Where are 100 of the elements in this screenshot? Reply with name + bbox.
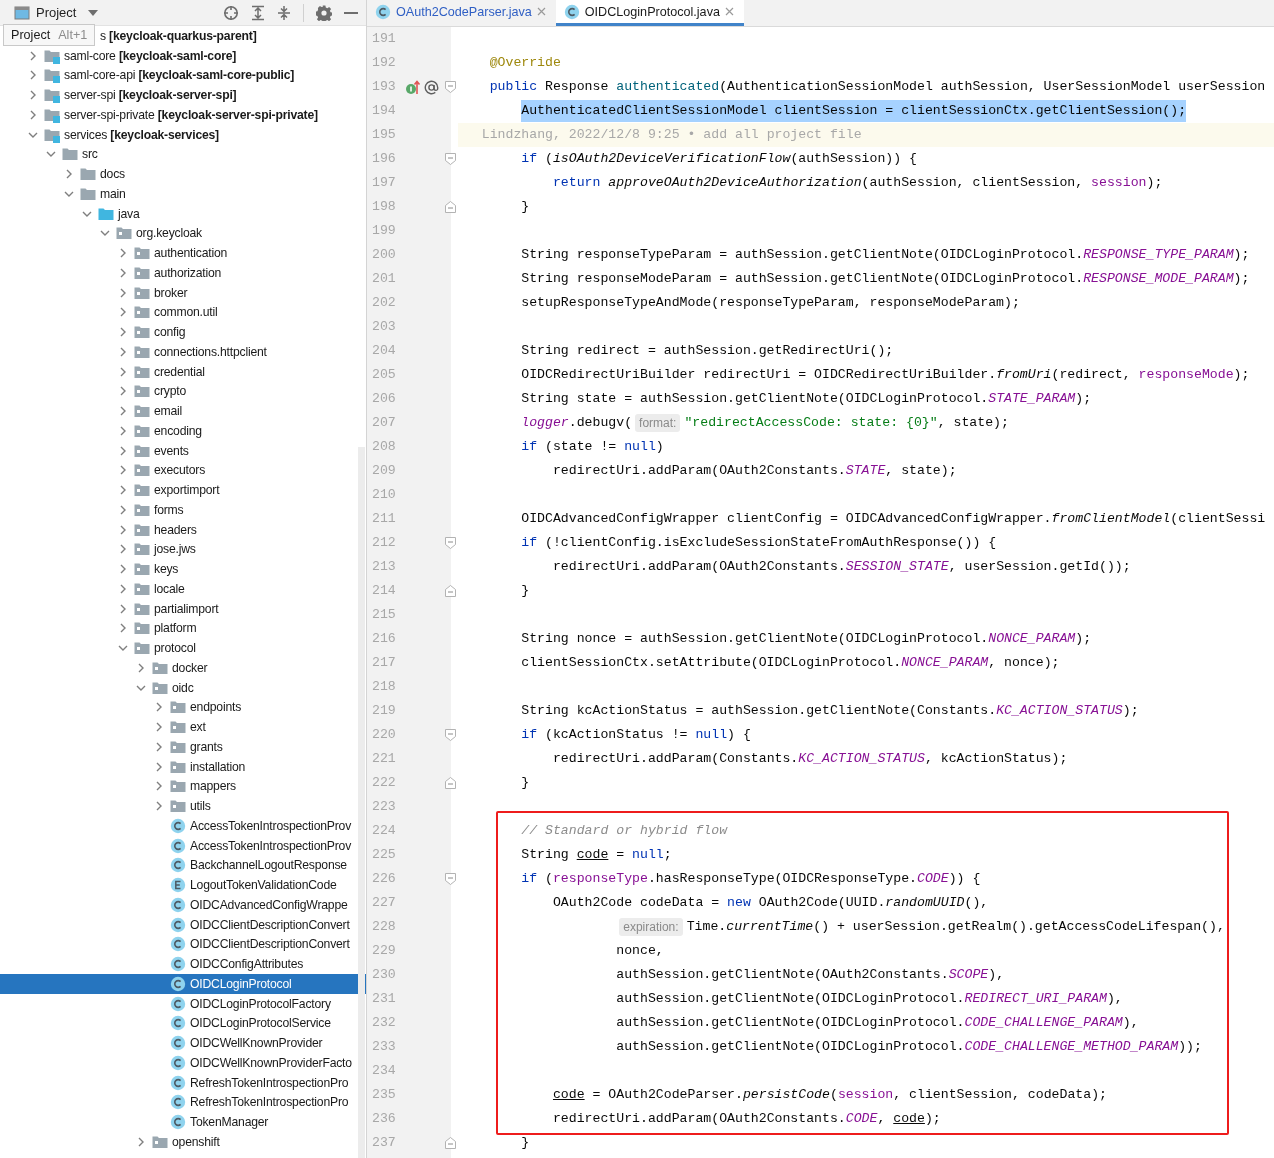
override-marker-icon[interactable]	[405, 79, 421, 95]
tree-item-label[interactable]: broker	[154, 285, 188, 300]
expand-all-icon[interactable]	[251, 4, 265, 21]
tree-item-label[interactable]: OIDCLoginProtocol	[190, 976, 292, 991]
tree-item-label[interactable]: AccessTokenIntrospectionProv	[190, 818, 352, 833]
tree-item-label[interactable]: locale	[154, 581, 185, 596]
fold-icon[interactable]	[445, 81, 456, 93]
tree-item-label[interactable]: crypto	[154, 384, 186, 399]
tree-item-label[interactable]: saml-core [keycloak-saml-core]	[64, 48, 237, 63]
class-icon	[170, 975, 186, 992]
folder-icon	[80, 166, 96, 183]
tree-item-label[interactable]: OIDCAdvancedConfigWrappe	[190, 897, 348, 912]
tree-item-label[interactable]: grants	[190, 739, 223, 754]
tree-item-label[interactable]: server-spi-private [keycloak-server-spi-private]	[64, 107, 318, 122]
inlay-hint: format:	[635, 414, 681, 432]
tree-item-label[interactable]: OIDCWellKnownProvider	[190, 1036, 323, 1051]
tree-item-label[interactable]: AccessTokenIntrospectionProv	[190, 838, 352, 853]
tree-item-label[interactable]: authorization	[154, 265, 222, 280]
fold-icon[interactable]	[445, 537, 456, 549]
tree-item-label[interactable]: config	[154, 325, 186, 340]
tree-item-label[interactable]: openshift	[172, 1134, 220, 1149]
tree-item-label[interactable]: OIDCConfigAttributes	[190, 957, 304, 972]
tree-item-label[interactable]: server-spi [keycloak-server-spi]	[64, 88, 237, 103]
line-number: 223	[371, 798, 397, 816]
class-icon	[170, 1074, 186, 1091]
tree-item-label[interactable]: RefreshTokenIntrospectionPro	[190, 1095, 349, 1110]
close-icon[interactable]	[536, 7, 546, 16]
tree-item-label[interactable]: s [keycloak-quarkus-parent]	[100, 28, 257, 43]
tree-item-label[interactable]: saml-core-api [keycloak-saml-core-public]	[64, 68, 295, 83]
code-line: }	[521, 582, 530, 600]
fold-icon[interactable]	[445, 585, 456, 597]
package-folder-icon	[116, 225, 132, 242]
module-folder-icon	[44, 87, 60, 104]
tree-item-label[interactable]: forms	[154, 502, 184, 517]
package-folder-icon	[170, 778, 186, 795]
line-number: 229	[371, 942, 397, 960]
tree-item-label[interactable]: BackchannelLogoutResponse	[190, 858, 347, 873]
line-number: 212	[371, 534, 397, 552]
editor-tab[interactable]: OAuth2CodeParser.java	[367, 0, 556, 26]
tree-item-label[interactable]: jose.jws	[154, 542, 196, 557]
tree-item-label[interactable]: org.keycloak	[136, 226, 203, 241]
tree-item-label[interactable]: RefreshTokenIntrospectionPro	[190, 1075, 349, 1090]
class-icon	[170, 896, 186, 913]
tree-item-label[interactable]: docker	[172, 660, 208, 675]
tree-item-label[interactable]: TokenManager	[190, 1115, 269, 1130]
tree-item-label[interactable]: oidc	[172, 680, 194, 695]
line-number: 231	[371, 990, 397, 1008]
settings-icon[interactable]	[316, 4, 332, 21]
tree-item-label[interactable]: platform	[154, 621, 197, 636]
tree-item-label[interactable]: endpoints	[190, 700, 242, 715]
code-line: nonce,	[616, 942, 664, 960]
tree-item-label[interactable]: OIDCLoginProtocolService	[190, 1016, 331, 1031]
fold-icon[interactable]	[445, 777, 456, 789]
tree-item-label[interactable]: java	[118, 206, 140, 221]
tree-item-label[interactable]: src	[82, 147, 98, 162]
line-number: 207	[371, 414, 397, 432]
tree-item-label[interactable]: headers	[154, 522, 197, 537]
collapse-all-icon[interactable]	[277, 4, 291, 21]
scrollbar-thumb[interactable]	[358, 447, 365, 1158]
at-sign-icon[interactable]	[424, 79, 439, 95]
tree-item-label[interactable]: installation	[190, 759, 246, 774]
class-icon	[375, 3, 391, 20]
code-line: String responseModeParam = authSession.getClientNote(OIDCLoginProtocol.RESPONSE_MODE_PARAM);	[521, 270, 1250, 288]
code-text: Time.currentTime() + userSession.getRealm().getAccessCodeLifespan(),	[686, 918, 1225, 936]
editor-tab[interactable]: OIDCLoginProtocol.java	[555, 0, 744, 26]
tree-item-label[interactable]: LogoutTokenValidationCode	[190, 878, 337, 893]
tree-item-label[interactable]: ext	[190, 720, 206, 735]
fold-icon[interactable]	[445, 153, 456, 165]
tree-item-label[interactable]: OIDCWellKnownProviderFacto	[190, 1055, 352, 1070]
fold-icon[interactable]	[445, 201, 456, 213]
tree-item-label[interactable]: exportimport	[154, 483, 220, 498]
tree-item-label[interactable]: events	[154, 443, 189, 458]
tree-item-label[interactable]: services [keycloak-services]	[64, 127, 219, 142]
tree-item-label[interactable]: authentication	[154, 246, 228, 261]
tree-item-label[interactable]: OIDCClientDescriptionConvert	[190, 917, 350, 932]
tree-item-label[interactable]: main	[100, 186, 126, 201]
tree-item-label[interactable]: utils	[190, 799, 211, 814]
tree-item-label[interactable]: encoding	[154, 423, 202, 438]
tree-item-label[interactable]: docs	[100, 167, 125, 182]
class-icon	[170, 1114, 186, 1131]
tree-item-label[interactable]: mappers	[190, 779, 237, 794]
fold-icon[interactable]	[445, 1137, 456, 1149]
fold-icon[interactable]	[445, 873, 456, 885]
tree-item-label[interactable]: partialimport	[154, 601, 219, 616]
line-number: 228	[371, 918, 397, 936]
tree-item-label[interactable]: OIDCLoginProtocolFactory	[190, 996, 331, 1011]
tree-item-label[interactable]: connections.httpclient	[154, 344, 267, 359]
tree-item-label[interactable]: common.util	[154, 305, 218, 320]
close-icon[interactable]	[724, 7, 734, 16]
crosshair-icon[interactable]	[223, 4, 239, 21]
tree-item-label[interactable]: keys	[154, 562, 179, 577]
fold-icon[interactable]	[445, 729, 456, 741]
tree-item-label[interactable]: protocol	[154, 641, 196, 656]
tree-item-label[interactable]: executors	[154, 463, 206, 478]
line-number: 203	[371, 318, 397, 336]
tree-item-label[interactable]: email	[154, 404, 183, 419]
tree-item-label[interactable]: credential	[154, 364, 205, 379]
project-view-dropdown[interactable]: Project	[14, 5, 99, 20]
class-icon	[170, 1094, 186, 1111]
tree-item-label[interactable]: OIDCClientDescriptionConvert	[190, 937, 350, 952]
